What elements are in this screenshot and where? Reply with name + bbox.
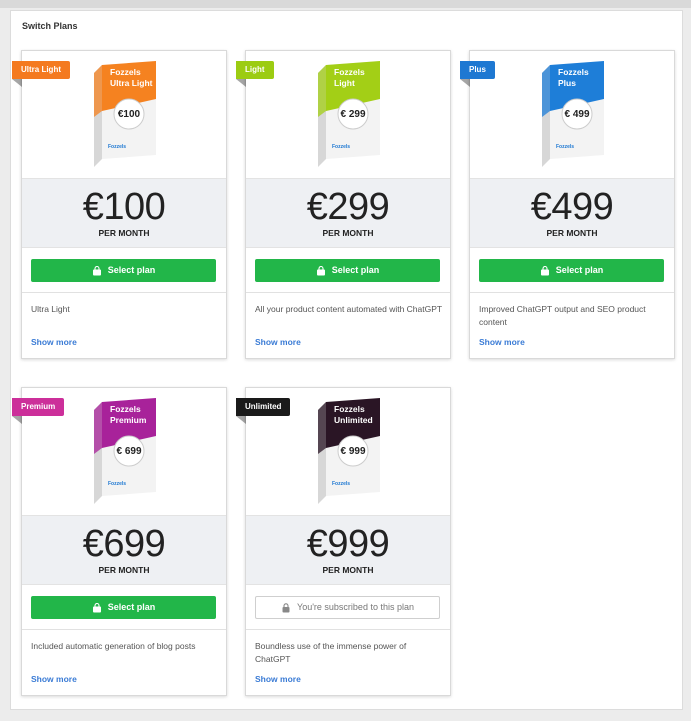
bag-icon — [316, 265, 325, 275]
svg-text:Light: Light — [334, 78, 355, 88]
svg-text:Fozzels: Fozzels — [110, 67, 141, 77]
plan-description: Improved ChatGPT output and SEO product … — [479, 304, 646, 327]
price-area: €100 PER MONTH — [22, 178, 226, 248]
plan-ribbon: Premium — [12, 398, 65, 424]
divider — [246, 292, 450, 293]
product-box-image: Fozzels Unlimited € 999 Fozzels — [318, 398, 380, 504]
price-area: €699 PER MONTH — [22, 515, 226, 585]
top-bar — [0, 0, 691, 8]
svg-text:Fozzels: Fozzels — [556, 144, 574, 150]
product-box-image: Fozzels Ultra Light €100 Fozzels — [94, 61, 156, 167]
subscribed-status-button: You're subscribed to this plan — [255, 596, 440, 619]
plan-description: Included automatic generation of blog po… — [31, 641, 196, 651]
price-area: €299 PER MONTH — [246, 178, 450, 248]
divider — [22, 629, 226, 630]
price-period: PER MONTH — [322, 228, 374, 238]
plan-price: €299 — [306, 186, 390, 228]
svg-text:€ 699: € 699 — [116, 446, 141, 457]
price-period: PER MONTH — [98, 565, 150, 575]
plan-card: Fozzels Plus € 499 Fozzels Plus €499 PER… — [460, 50, 675, 359]
plan-card: Fozzels Ultra Light €100 Fozzels Ultra L… — [12, 50, 227, 359]
bag-icon — [92, 602, 101, 612]
plan-price: €999 — [306, 523, 390, 565]
product-box-image: Fozzels Light € 299 Fozzels — [318, 61, 380, 167]
select-plan-button[interactable]: Select plan — [31, 259, 216, 282]
svg-text:Fozzels: Fozzels — [108, 481, 126, 487]
svg-text:Fozzels: Fozzels — [110, 404, 141, 414]
svg-text:Plus: Plus — [558, 78, 576, 88]
product-box-image: Fozzels Plus € 499 Fozzels — [542, 61, 604, 167]
button-label: Select plan — [107, 265, 156, 275]
svg-text:Fozzels: Fozzels — [332, 144, 350, 150]
plan-description: Boundless use of the immense power of Ch… — [255, 641, 407, 664]
plan-ribbon: Unlimited — [236, 398, 291, 424]
plan-ribbon: Light — [236, 61, 274, 87]
button-label: Select plan — [331, 265, 380, 275]
plan-price: €699 — [82, 523, 166, 565]
plan-card: Fozzels Light € 299 Fozzels Light €299 P… — [236, 50, 451, 359]
divider — [470, 292, 674, 293]
plan-price: €499 — [530, 186, 614, 228]
svg-text:Premium: Premium — [110, 415, 147, 425]
plan-ribbon: Plus — [460, 61, 495, 87]
svg-text:Fozzels: Fozzels — [108, 144, 126, 150]
plan-ribbon: Ultra Light — [12, 61, 70, 87]
select-plan-button[interactable]: Select plan — [31, 596, 216, 619]
svg-text:Ultra Light: Ultra Light — [110, 78, 153, 88]
show-more-link[interactable]: Show more — [31, 674, 77, 684]
svg-text:Fozzels: Fozzels — [334, 404, 365, 414]
svg-text:Unlimited: Unlimited — [334, 415, 373, 425]
button-label: Select plan — [107, 602, 156, 612]
price-area: €999 PER MONTH — [246, 515, 450, 585]
svg-text:Fozzels: Fozzels — [334, 67, 365, 77]
price-period: PER MONTH — [546, 228, 598, 238]
svg-text:Fozzels: Fozzels — [332, 481, 350, 487]
lock-icon — [282, 602, 290, 612]
select-plan-button[interactable]: Select plan — [255, 259, 440, 282]
plan-card: Fozzels Premium € 699 Fozzels Premium €6… — [12, 387, 227, 696]
divider — [246, 629, 450, 630]
svg-text:Fozzels: Fozzels — [558, 67, 589, 77]
svg-text:€ 299: € 299 — [340, 109, 365, 120]
svg-text:€ 499: € 499 — [564, 109, 589, 120]
svg-text:€100: €100 — [118, 109, 141, 120]
show-more-link[interactable]: Show more — [479, 337, 525, 347]
button-label: You're subscribed to this plan — [297, 602, 414, 612]
svg-text:€ 999: € 999 — [340, 446, 365, 457]
plan-description: All your product content automated with … — [255, 304, 443, 314]
product-box-image: Fozzels Premium € 699 Fozzels — [94, 398, 156, 504]
price-period: PER MONTH — [322, 565, 374, 575]
divider — [22, 292, 226, 293]
plan-description: Ultra Light — [31, 304, 70, 314]
bag-icon — [92, 265, 101, 275]
price-area: €499 PER MONTH — [470, 178, 674, 248]
select-plan-button[interactable]: Select plan — [479, 259, 664, 282]
bag-icon — [540, 265, 549, 275]
plan-price: €100 — [82, 186, 166, 228]
show-more-link[interactable]: Show more — [255, 674, 301, 684]
price-period: PER MONTH — [98, 228, 150, 238]
show-more-link[interactable]: Show more — [31, 337, 77, 347]
plan-image-area: Fozzels Plus € 499 Fozzels — [470, 51, 674, 178]
show-more-link[interactable]: Show more — [255, 337, 301, 347]
plan-card: Fozzels Unlimited € 999 Fozzels Unlimite… — [236, 387, 451, 696]
plan-image-area: Fozzels Light € 299 Fozzels — [246, 51, 450, 178]
button-label: Select plan — [555, 265, 604, 275]
panel-title: Switch Plans — [22, 21, 78, 31]
